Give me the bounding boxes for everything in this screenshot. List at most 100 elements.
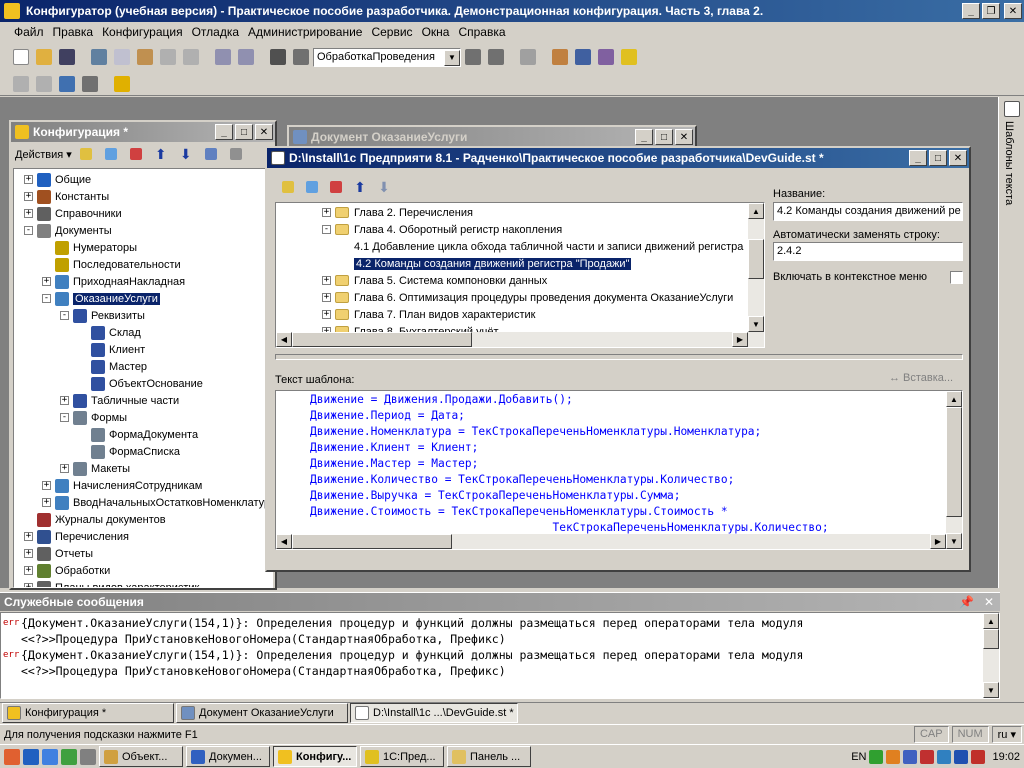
scroll-left-icon[interactable]: ◀ — [276, 534, 292, 549]
tray-app-icon[interactable] — [971, 749, 986, 764]
scroll-right-icon[interactable]: ▶ — [732, 332, 748, 347]
window-tab[interactable]: D:\Install\1c ...\DevGuide.st * — [350, 703, 518, 723]
expand-icon[interactable]: + — [322, 276, 331, 285]
config-minimize-button[interactable]: _ — [215, 124, 233, 140]
message-line[interactable]: <<?>>Процедура ПриУстановкеНовогоНомера(… — [1, 631, 999, 647]
template-tree-item[interactable]: + Глава 5. Система компоновки данных — [276, 272, 764, 289]
expand-icon[interactable]: + — [42, 277, 51, 286]
code-scrollbar[interactable]: ▲ ▼ — [946, 391, 962, 549]
menu-item-6[interactable]: Окна — [422, 25, 450, 39]
find-icon[interactable] — [180, 46, 202, 68]
template-code-editor[interactable]: Движение = Движения.Продажи.Добавить(); Д… — [275, 390, 963, 550]
tray-flag-icon[interactable] — [886, 749, 901, 764]
insert-button[interactable]: ↔ Вставка... — [889, 372, 953, 384]
move-down-icon[interactable]: ⬇ — [175, 143, 197, 165]
expand-icon[interactable]: + — [24, 532, 33, 541]
update-db-icon[interactable] — [56, 73, 78, 95]
devguide-minimize-button[interactable]: _ — [909, 150, 927, 166]
collapse-icon[interactable]: - — [60, 311, 69, 320]
ie-icon[interactable] — [23, 748, 39, 765]
add-folder-icon[interactable] — [277, 176, 299, 198]
template-tree-scrollbar[interactable]: ▲ ▼ — [748, 203, 764, 347]
message-line[interactable]: <<?>>Процедура ПриУстановкеНовогоНомера(… — [1, 663, 999, 679]
delete-template-icon[interactable] — [325, 176, 347, 198]
messages-close-icon[interactable]: ✕ — [984, 595, 994, 609]
template-tree-item[interactable]: 4.2 Команды создания движений регистра "… — [276, 255, 764, 272]
tray-bluetooth-icon[interactable] — [954, 749, 969, 764]
config-tree-item[interactable]: + Табличные части — [14, 392, 272, 409]
collapse-icon[interactable]: - — [322, 225, 331, 234]
code-hscroll[interactable]: ◀ ▶ — [276, 534, 946, 549]
pin-icon[interactable]: 📌 — [959, 595, 974, 609]
tray-lang[interactable]: EN — [851, 751, 866, 763]
template-tree-item[interactable]: + Глава 2. Перечисления — [276, 204, 764, 221]
scroll-down-icon[interactable]: ▼ — [946, 533, 962, 549]
sort-icon[interactable] — [200, 143, 222, 165]
scroll-down-icon[interactable]: ▼ — [983, 682, 999, 698]
config-tree-item[interactable]: Нумераторы — [14, 239, 272, 256]
scroll-down-icon[interactable]: ▼ — [748, 316, 764, 332]
expand-icon[interactable]: + — [322, 208, 331, 217]
new-file-icon[interactable] — [10, 46, 32, 68]
close-button[interactable]: ✕ — [1004, 3, 1022, 19]
tray-volume-icon[interactable] — [903, 749, 918, 764]
doc-minimize-button[interactable]: _ — [635, 129, 653, 145]
config-tree-item[interactable]: - Реквизиты — [14, 307, 272, 324]
start-icon[interactable] — [4, 748, 20, 765]
message-line[interactable]: err {Документ.ОказаниеУслуги(154,1)}: Опр… — [1, 615, 999, 631]
quicklaunch-arrow-icon[interactable] — [80, 748, 96, 765]
paste-icon[interactable] — [134, 46, 156, 68]
redo-icon[interactable] — [235, 46, 257, 68]
lang-indicator[interactable]: ru ▾ — [991, 726, 1022, 743]
scroll-right-icon[interactable]: ▶ — [930, 534, 946, 549]
wizard-icon[interactable] — [549, 46, 571, 68]
add-icon[interactable] — [75, 143, 97, 165]
config-tree-item[interactable]: ФормаДокумента — [14, 426, 272, 443]
config-tree-item[interactable]: + Отчеты — [14, 545, 272, 562]
cut-icon[interactable] — [88, 46, 110, 68]
scroll-up-icon[interactable]: ▲ — [946, 391, 962, 407]
tray-antivirus-icon[interactable] — [920, 749, 935, 764]
config-maximize-button[interactable]: □ — [235, 124, 253, 140]
copy-icon[interactable] — [111, 46, 133, 68]
menu-item-0[interactable]: Файл — [14, 25, 44, 39]
template-tree-item[interactable]: 4.1 Добавление цикла обхода табличной ча… — [276, 238, 764, 255]
templates-side-panel[interactable]: Шаблоны текста — [998, 97, 1024, 588]
template-tree-item[interactable]: + Глава 7. План видов характеристик — [276, 306, 764, 323]
menu-item-1[interactable]: Правка — [53, 25, 94, 39]
taskbar-item[interactable]: Конфигу... — [273, 746, 357, 767]
config-tree-item[interactable]: Последовательности — [14, 256, 272, 273]
config-tree-item[interactable]: + Общие — [14, 171, 272, 188]
config-tree-item[interactable]: Журналы документов — [14, 511, 272, 528]
scroll-thumb[interactable] — [748, 239, 764, 279]
find-all-icon[interactable] — [485, 46, 507, 68]
window-tab[interactable]: Документ ОказаниеУслуги — [176, 703, 348, 723]
messages-scroll-thumb[interactable] — [983, 629, 999, 649]
help-icon[interactable] — [572, 46, 594, 68]
delete-icon[interactable] — [125, 143, 147, 165]
devguide-close-button[interactable]: ✕ — [949, 150, 967, 166]
menu-item-5[interactable]: Сервис — [371, 25, 412, 39]
config-tree-item[interactable]: + Справочники — [14, 205, 272, 222]
chevron-down-icon[interactable]: ▼ — [444, 49, 460, 66]
move-down-icon[interactable]: ⬇ — [373, 176, 395, 198]
config-tree-item[interactable]: + Макеты — [14, 460, 272, 477]
hscroll-thumb[interactable] — [292, 534, 452, 549]
search-binoculars-icon[interactable] — [267, 46, 289, 68]
config-tree-item[interactable]: - Документы — [14, 222, 272, 239]
menu-item-3[interactable]: Отладка — [192, 25, 239, 39]
expand-icon[interactable]: + — [24, 549, 33, 558]
1c-help-icon[interactable] — [618, 46, 640, 68]
expand-icon[interactable]: + — [24, 192, 33, 201]
media-icon[interactable] — [61, 748, 77, 765]
expand-icon[interactable]: + — [60, 464, 69, 473]
config-open-icon[interactable] — [10, 73, 32, 95]
expand-icon[interactable]: + — [24, 583, 33, 587]
message-line[interactable]: err {Документ.ОказаниеУслуги(154,1)}: Опр… — [1, 647, 999, 663]
config-tree-item[interactable]: + Перечисления — [14, 528, 272, 545]
config-tree-item[interactable]: ОбъектОснование — [14, 375, 272, 392]
name-field[interactable]: 4.2 Команды создания движений ре — [773, 202, 963, 221]
windows-icon[interactable] — [517, 46, 539, 68]
config-tree-item[interactable]: - ОказаниеУслуги — [14, 290, 272, 307]
config-tree-item[interactable]: Мастер — [14, 358, 272, 375]
